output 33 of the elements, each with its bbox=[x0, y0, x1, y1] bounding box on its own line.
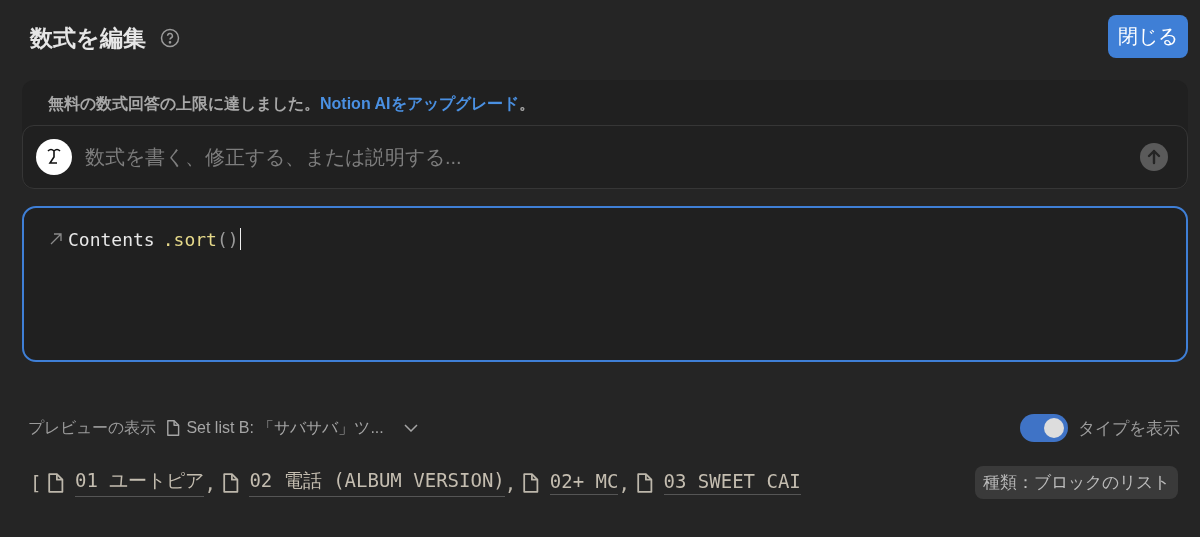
upgrade-link[interactable]: Notion AIをアップグレード bbox=[320, 95, 519, 112]
page-icon bbox=[221, 471, 240, 494]
dialog-title: 数式を編集 bbox=[30, 23, 146, 53]
page-selector[interactable]: Set list B: 「サバサバ」ツ... bbox=[166, 417, 418, 439]
page-link[interactable]: 03 SWEET CAI bbox=[663, 470, 801, 495]
comma-separator: , bbox=[204, 471, 216, 494]
page-link[interactable]: 02 電話 (ALBUM VERSION) bbox=[249, 468, 505, 497]
page-icon bbox=[166, 419, 181, 437]
comma-separator: , bbox=[504, 471, 517, 494]
prompt-field[interactable]: 数式を書く、修正する、または説明する... bbox=[22, 125, 1188, 189]
preview-label: プレビューの表示 bbox=[28, 417, 156, 438]
help-icon[interactable] bbox=[160, 28, 180, 48]
arrow-icon bbox=[50, 233, 62, 245]
chevron-down-icon bbox=[403, 424, 418, 432]
property-token: Contents bbox=[68, 228, 155, 250]
function-token: .sort bbox=[162, 228, 217, 250]
page-icon bbox=[522, 471, 540, 494]
send-icon[interactable] bbox=[1139, 142, 1169, 172]
toggle-switch[interactable] bbox=[1020, 414, 1068, 442]
comma-separator: , bbox=[618, 471, 630, 494]
avatar-icon bbox=[35, 138, 73, 176]
page-icon bbox=[47, 471, 66, 494]
prompt-input[interactable]: 数式を書く、修正する、または説明する... bbox=[83, 144, 1129, 170]
page-link[interactable]: 02+ MC bbox=[549, 470, 619, 495]
page-icon bbox=[635, 471, 654, 494]
parentheses-token: () bbox=[216, 228, 239, 250]
type-badge: 種類：ブロックのリスト bbox=[975, 466, 1178, 499]
close-button[interactable]: 閉じる bbox=[1108, 14, 1188, 58]
page-link[interactable]: 01 ユートピア bbox=[75, 468, 205, 497]
limit-notice: 無料の数式回答の上限に達しました。Notion AIをアップグレード。 bbox=[47, 94, 536, 114]
open-bracket: [ bbox=[30, 471, 42, 494]
text-cursor bbox=[239, 228, 242, 250]
toggle-label: タイプを表示 bbox=[1078, 417, 1180, 440]
